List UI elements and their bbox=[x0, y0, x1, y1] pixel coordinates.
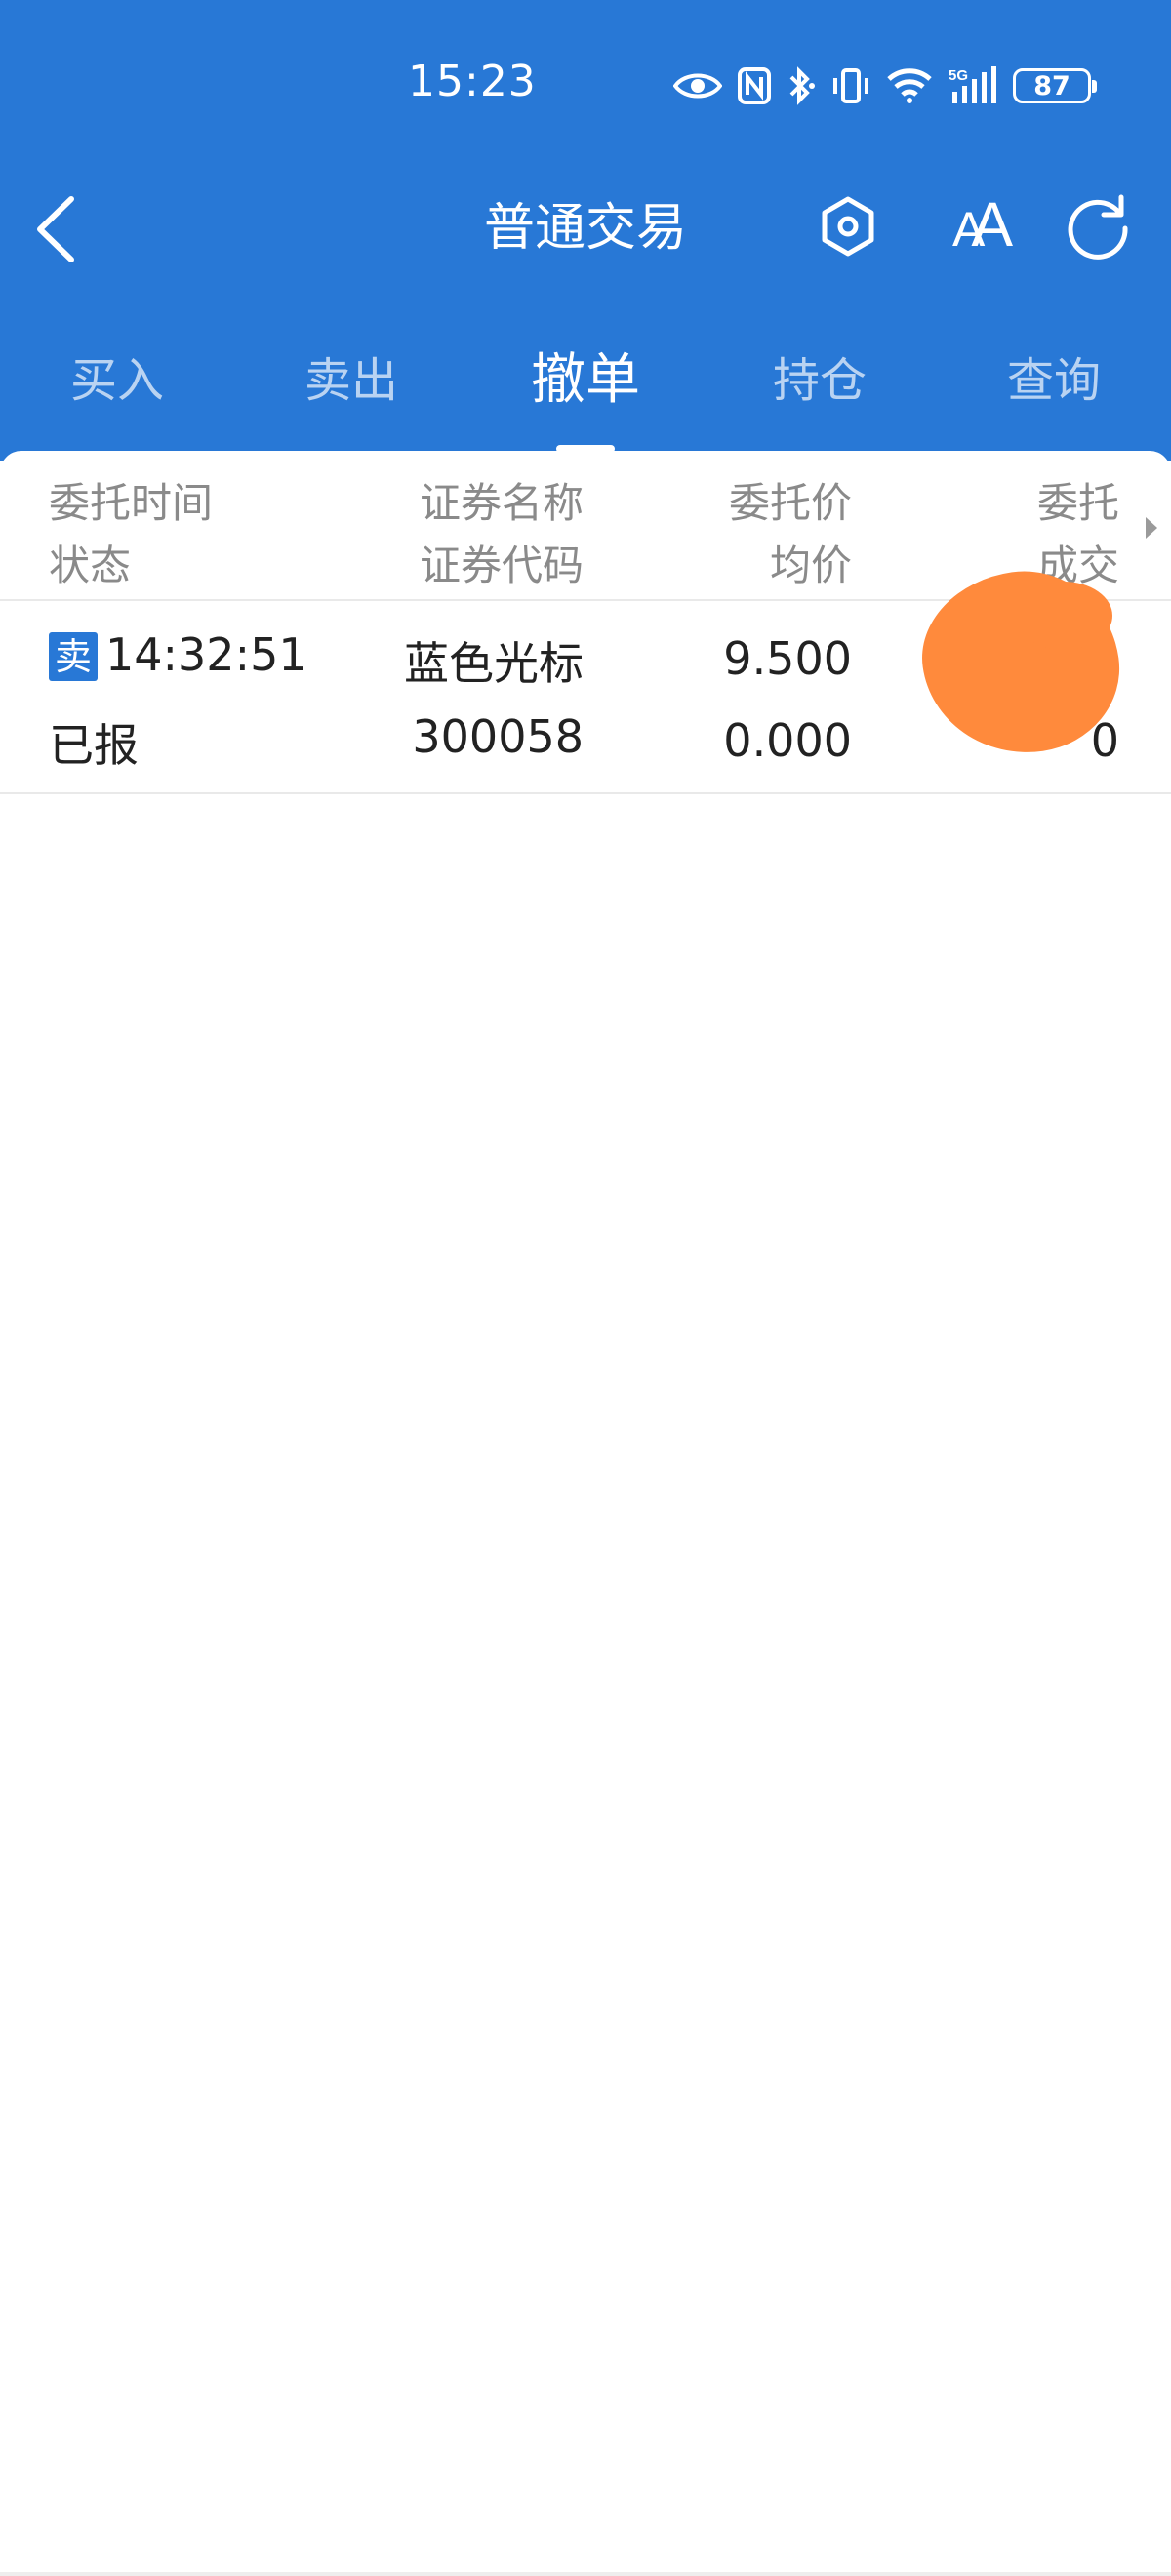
tab-cancel-order[interactable]: 撤单 bbox=[468, 332, 703, 429]
col-header-avg-price: 均价 bbox=[769, 542, 852, 589]
order-price: 9.500 bbox=[723, 632, 852, 685]
redaction-mark bbox=[1015, 582, 1112, 650]
page-title: 普通交易 bbox=[483, 199, 687, 258]
settings-button[interactable] bbox=[809, 187, 887, 265]
font-size-button[interactable]: AA bbox=[937, 187, 1015, 265]
orders-panel bbox=[0, 461, 1171, 2576]
sell-badge: 卖 bbox=[49, 632, 98, 681]
tab-bar: 买入 卖出 撤单 持仓 查询 bbox=[0, 332, 1171, 461]
col-header-order-price: 委托价 bbox=[728, 479, 852, 527]
tab-query[interactable]: 查询 bbox=[937, 332, 1171, 429]
status-icons: 5G 87 bbox=[673, 60, 1097, 111]
tab-buy[interactable]: 买入 bbox=[0, 332, 234, 429]
bluetooth-icon bbox=[789, 66, 815, 105]
security-code: 300058 bbox=[412, 710, 584, 763]
tab-sell[interactable]: 卖出 bbox=[234, 332, 468, 429]
row-divider bbox=[0, 792, 1171, 794]
order-status: 已报 bbox=[49, 719, 139, 772]
col-header-security-name: 证券名称 bbox=[419, 479, 584, 527]
scroll-right-icon[interactable] bbox=[1146, 517, 1157, 539]
wifi-icon bbox=[887, 68, 932, 103]
security-name: 蓝色光标 bbox=[404, 637, 584, 690]
refresh-icon bbox=[1068, 194, 1128, 260]
svg-text:5G: 5G bbox=[949, 67, 968, 84]
eye-icon bbox=[673, 73, 722, 99]
col-header-status: 状态 bbox=[49, 542, 132, 589]
back-button[interactable] bbox=[21, 185, 90, 273]
settings-icon bbox=[822, 196, 874, 257]
refresh-button[interactable] bbox=[1059, 187, 1137, 265]
vibrate-icon bbox=[833, 68, 868, 103]
col-header-order-qty: 委托 bbox=[1036, 479, 1119, 527]
bottom-edge bbox=[0, 2572, 1171, 2576]
battery-level: 87 bbox=[1033, 70, 1070, 101]
battery-icon: 87 bbox=[1013, 68, 1097, 103]
avg-price: 0.000 bbox=[723, 714, 852, 767]
font-size-icon: AA bbox=[951, 188, 1013, 260]
col-header-security-code: 证券代码 bbox=[419, 542, 584, 589]
app-header: 15:23 5G 87 普通交易 AA 买入 卖出 撤单 持仓 查询 bbox=[0, 0, 1171, 461]
status-time: 15:23 bbox=[408, 57, 537, 106]
order-time: 14:32:51 bbox=[105, 628, 307, 681]
signal-icon: 5G bbox=[949, 66, 996, 103]
tab-positions[interactable]: 持仓 bbox=[703, 332, 937, 429]
nfc-icon bbox=[738, 67, 771, 104]
chevron-left-icon bbox=[37, 196, 74, 262]
col-header-order-time: 委托时间 bbox=[49, 479, 214, 527]
